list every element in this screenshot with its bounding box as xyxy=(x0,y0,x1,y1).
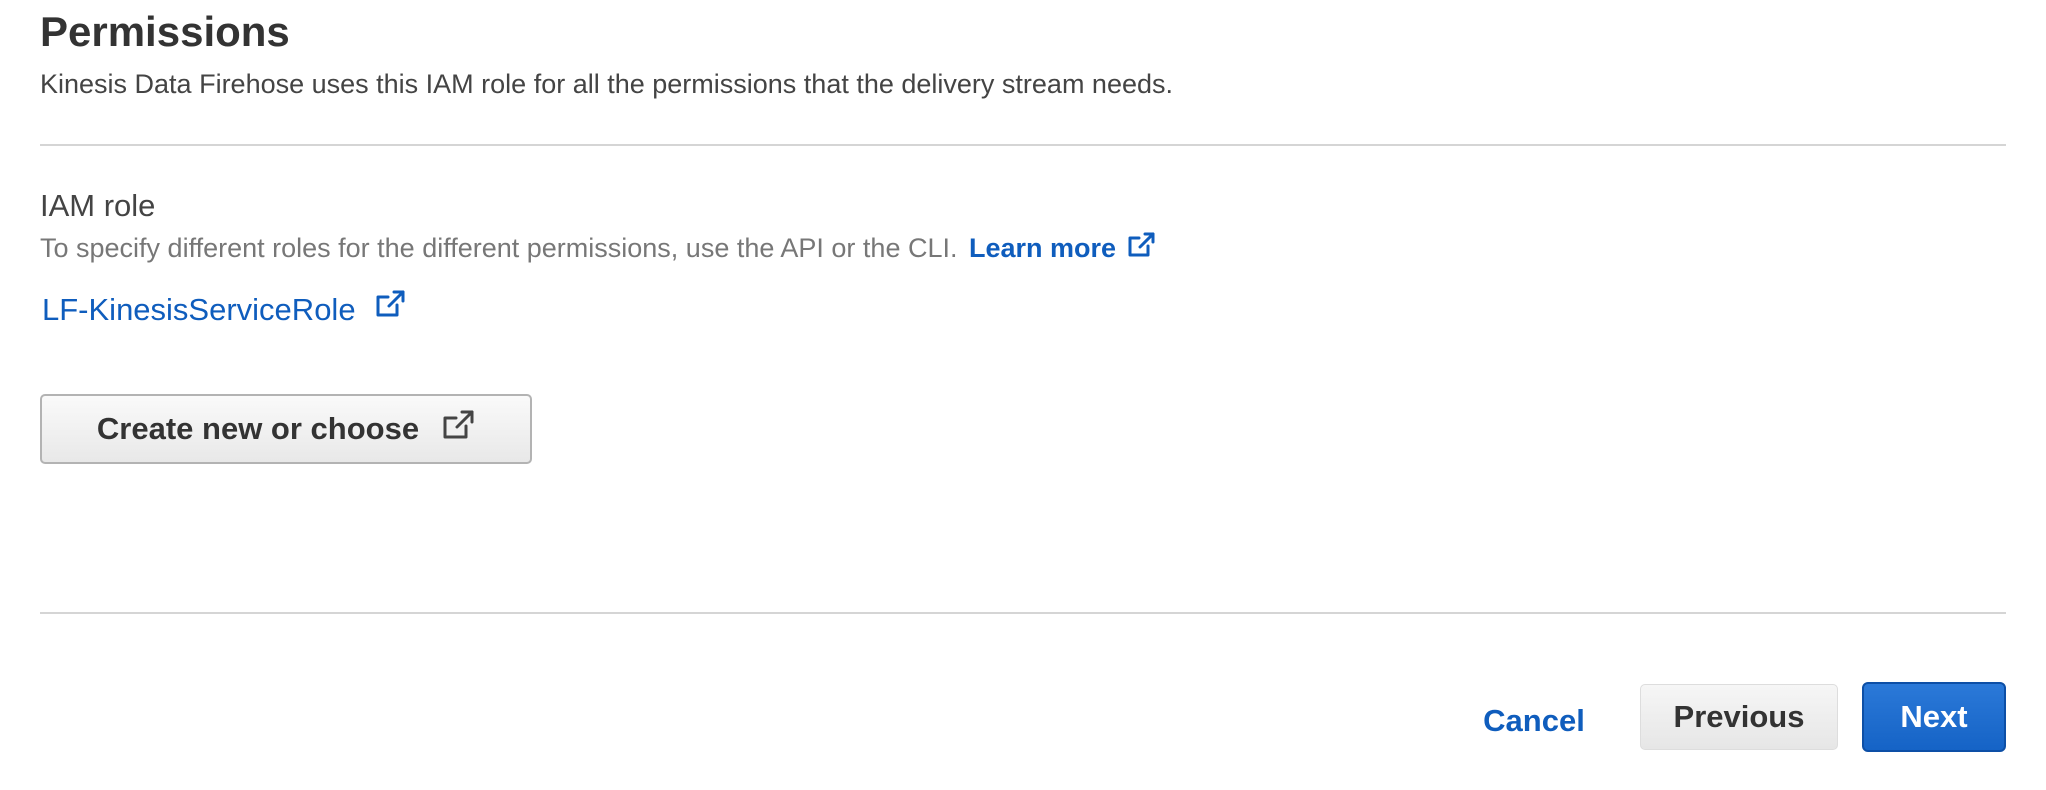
page-subtitle: Kinesis Data Firehose uses this IAM role… xyxy=(40,69,1173,99)
learn-more-link[interactable]: Learn more xyxy=(969,232,1156,263)
external-link-icon xyxy=(374,289,406,329)
iam-role-link[interactable]: LF-KinesisServiceRole xyxy=(42,290,406,330)
next-button[interactable]: Next xyxy=(1862,682,2006,752)
create-button-label: Create new or choose xyxy=(96,411,420,446)
external-link-icon xyxy=(441,409,475,449)
external-link-icon xyxy=(1126,231,1156,268)
bottom-divider xyxy=(40,612,2006,614)
iam-role-description: To specify different roles for the diffe… xyxy=(40,230,1156,268)
permissions-page: Permissions Kinesis Data Firehose uses t… xyxy=(0,0,2046,790)
create-new-or-choose-button[interactable]: Create new or choose xyxy=(40,394,532,464)
page-title: Permissions xyxy=(40,8,290,55)
previous-button[interactable]: Previous xyxy=(1640,684,1838,750)
learn-more-label: Learn more xyxy=(969,233,1117,263)
iam-role-name: LF-KinesisServiceRole xyxy=(42,292,356,327)
iam-role-description-text: To specify different roles for the diffe… xyxy=(40,233,958,263)
top-divider xyxy=(40,144,2006,146)
iam-role-label: IAM role xyxy=(40,188,156,223)
cancel-button[interactable]: Cancel xyxy=(1464,690,1604,752)
